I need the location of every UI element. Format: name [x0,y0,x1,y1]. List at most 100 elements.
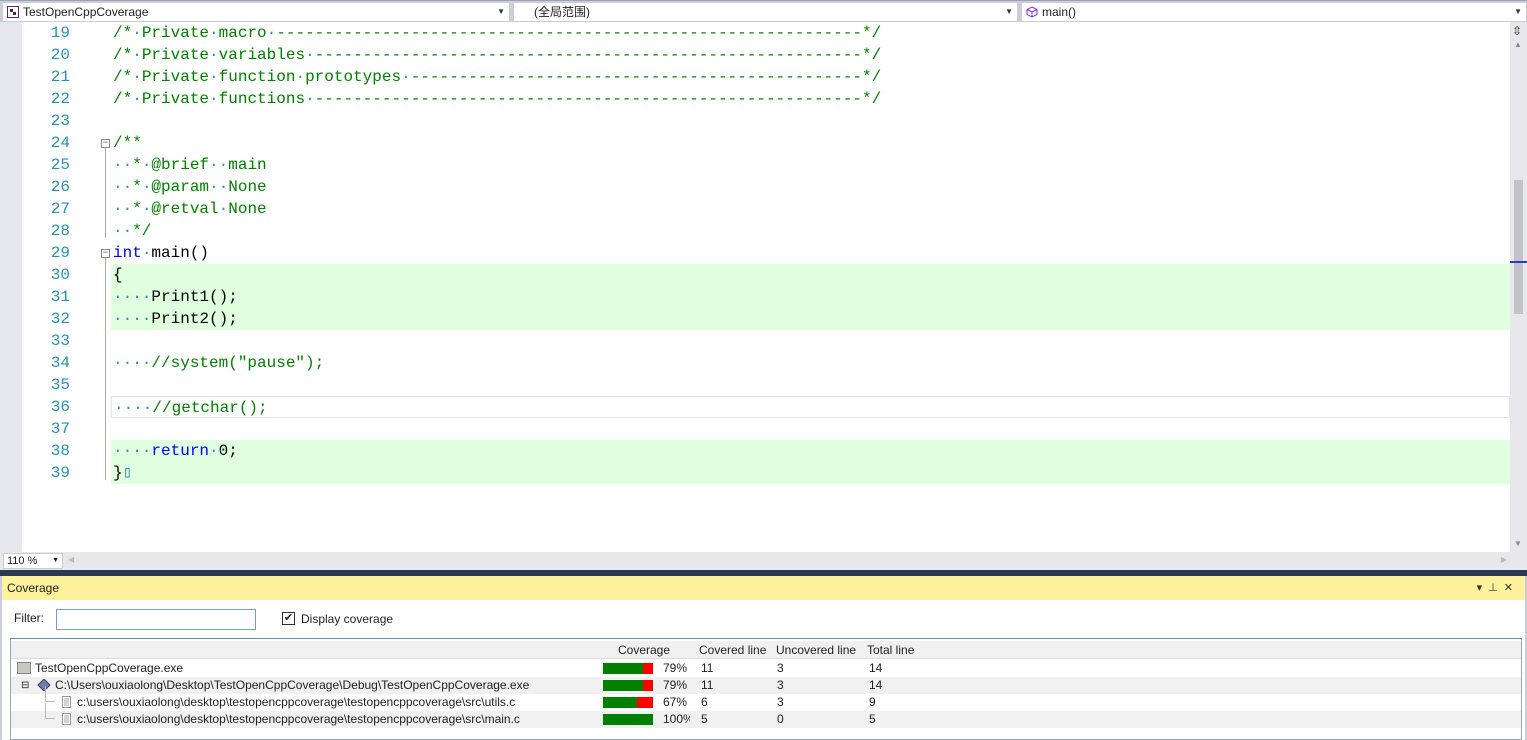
collapse-icon[interactable]: − [101,249,110,258]
code-token: /* [113,46,133,64]
column-total-line[interactable]: Total line [867,643,914,657]
covered-lines: 11 [701,678,714,692]
caret-position-marker [1510,261,1527,263]
row-label: c:\users\ouxiaolong\desktop\testopencppc… [77,695,516,709]
scroll-right-icon[interactable]: ▶ [1501,555,1507,564]
row-label: C:\Users\ouxiaolong\Desktop\TestOpenCppC… [55,678,530,692]
code-token: ···· [113,310,152,328]
code-token: ----------------------------------------… [410,68,882,86]
code-line[interactable]: 37 [22,418,1510,440]
column-uncovered-line[interactable]: Uncovered line [776,643,856,657]
code-line[interactable]: 23 [22,110,1510,132]
fold-guide [105,258,106,480]
code-line[interactable]: 26 ··*·@param··None [22,176,1510,198]
code-line[interactable]: 31 ····Print1(); [22,286,1510,308]
code-token: ·· [113,178,133,196]
code-line[interactable]: 28 ··*/ [22,220,1510,242]
code-line[interactable]: 33 [22,330,1510,352]
project-icon [7,6,19,18]
code-token: @param [151,178,210,196]
code-line[interactable]: 24 −/** [22,132,1510,154]
scroll-left-icon[interactable]: ◀ [68,555,74,564]
filter-input[interactable] [56,609,256,630]
dropdown-icon[interactable]: ▾ [1477,582,1489,594]
code-line[interactable]: 30 { [22,264,1510,286]
navigation-bar: TestOpenCppCoverage ▼ (全局范围) ▼ main() ▼ [0,0,1527,22]
line-code: ····//getchar(); [111,396,1510,418]
code-token: · [401,68,411,86]
code-token: variables [218,46,306,64]
line-number: 28 [50,222,70,240]
line-code: /*·Private·function·prototypes·---------… [111,66,1510,88]
code-line[interactable]: 19/*·Private·macro·---------------------… [22,22,1510,44]
code-line[interactable]: 35 [22,374,1510,396]
table-row[interactable]: c:\users\ouxiaolong\desktop\testopencppc… [11,703,1521,728]
code-line[interactable]: 21/*·Private·function·prototypes·-------… [22,66,1510,88]
code-token: @brief [151,156,210,174]
code-editor[interactable]: 19/*·Private·macro·---------------------… [0,22,1527,552]
line-number: 36 [50,398,70,416]
code-line[interactable]: 36 ····//getchar(); [22,396,1510,418]
scroll-down-icon[interactable]: ▼ [1514,539,1522,548]
scope-dropdown[interactable]: (全局范围) ▼ [513,2,1018,22]
code-line[interactable]: 27 ··*·@retval·None [22,198,1510,220]
coverage-bar-fill [603,680,643,691]
code-token: · [209,46,219,64]
code-line[interactable]: 39}▯ [22,462,1510,484]
scrollbar-thumb[interactable] [1514,180,1523,314]
display-coverage-checkbox[interactable]: ✔ [282,612,295,625]
split-icon[interactable]: ⇳ [1512,24,1522,38]
pin-icon[interactable]: ⊥ [1488,582,1504,594]
chevron-down-icon: ▼ [497,7,505,16]
covered-lines: 6 [701,695,708,709]
table-row[interactable]: c:\users\ouxiaolong\desktop\testopencppc… [11,686,1521,711]
code-token: · [132,46,142,64]
code-token: ·· [209,156,229,174]
code-line[interactable]: 29 − int·main() [22,242,1510,264]
collapse-icon[interactable]: ⊟ [21,677,29,694]
vertical-scrollbar[interactable]: ⇳ ▲ ▼ [1510,22,1527,552]
code-token: ----------------------------------------… [314,90,882,108]
code-token: //getchar(); [152,399,268,417]
collapse-icon[interactable]: − [101,139,110,148]
line-code: /*·Private·variables·-------------------… [111,44,1510,66]
code-token: function [218,68,296,86]
table-row[interactable]: TestOpenCppCoverage.exe 79% 11 3 14 [11,660,1521,677]
line-number: 27 [50,200,70,218]
scope-name: (全局范围) [534,5,590,19]
code-token: macro [218,24,267,42]
zoom-dropdown[interactable]: 110 % ▼ [3,553,63,569]
table-row[interactable]: ⊟ C:\Users\ouxiaolong\Desktop\TestOpenCpp… [11,677,1521,694]
line-number: 26 [50,178,70,196]
code-line[interactable]: 20/*·Private·variables·-----------------… [22,44,1510,66]
display-coverage-label[interactable]: Display coverage [301,612,393,626]
line-number: 39 [50,464,70,482]
total-lines: 14 [869,661,883,675]
column-coverage[interactable]: Coverage [618,643,670,657]
line-code: ··*·@brief··main [111,154,1510,176]
code-line[interactable]: 22/*·Private·functions·-----------------… [22,88,1510,110]
code-line[interactable]: 32 ····Print2(); [22,308,1510,330]
code-token: · [132,90,142,108]
code-token: · [209,90,219,108]
coverage-bar-fill [603,663,643,674]
code-line[interactable]: 25 ··*·@brief··main [22,154,1510,176]
project-dropdown[interactable]: TestOpenCppCoverage ▼ [2,2,510,22]
line-number: 35 [50,376,70,394]
file-icon [59,695,77,709]
line-code: /** [111,132,1510,154]
row-name: c:\users\ouxiaolong\desktop\testopencppc… [59,711,520,728]
code-line[interactable]: 34 ····//system("pause"); [22,352,1510,374]
code-token: * [132,200,142,218]
line-code: ··*·@retval·None [111,198,1510,220]
close-icon[interactable]: ✕ [1504,582,1519,594]
function-name: main() [1042,5,1077,19]
uncovered-lines: 0 [777,712,784,726]
code-line[interactable]: 38 ····return·0; [22,440,1510,462]
column-covered-line[interactable]: Covered line [699,643,766,657]
function-dropdown[interactable]: main() ▼ [1021,2,1527,22]
scroll-up-icon[interactable]: ▲ [1514,40,1522,49]
code-token: · [141,156,152,174]
